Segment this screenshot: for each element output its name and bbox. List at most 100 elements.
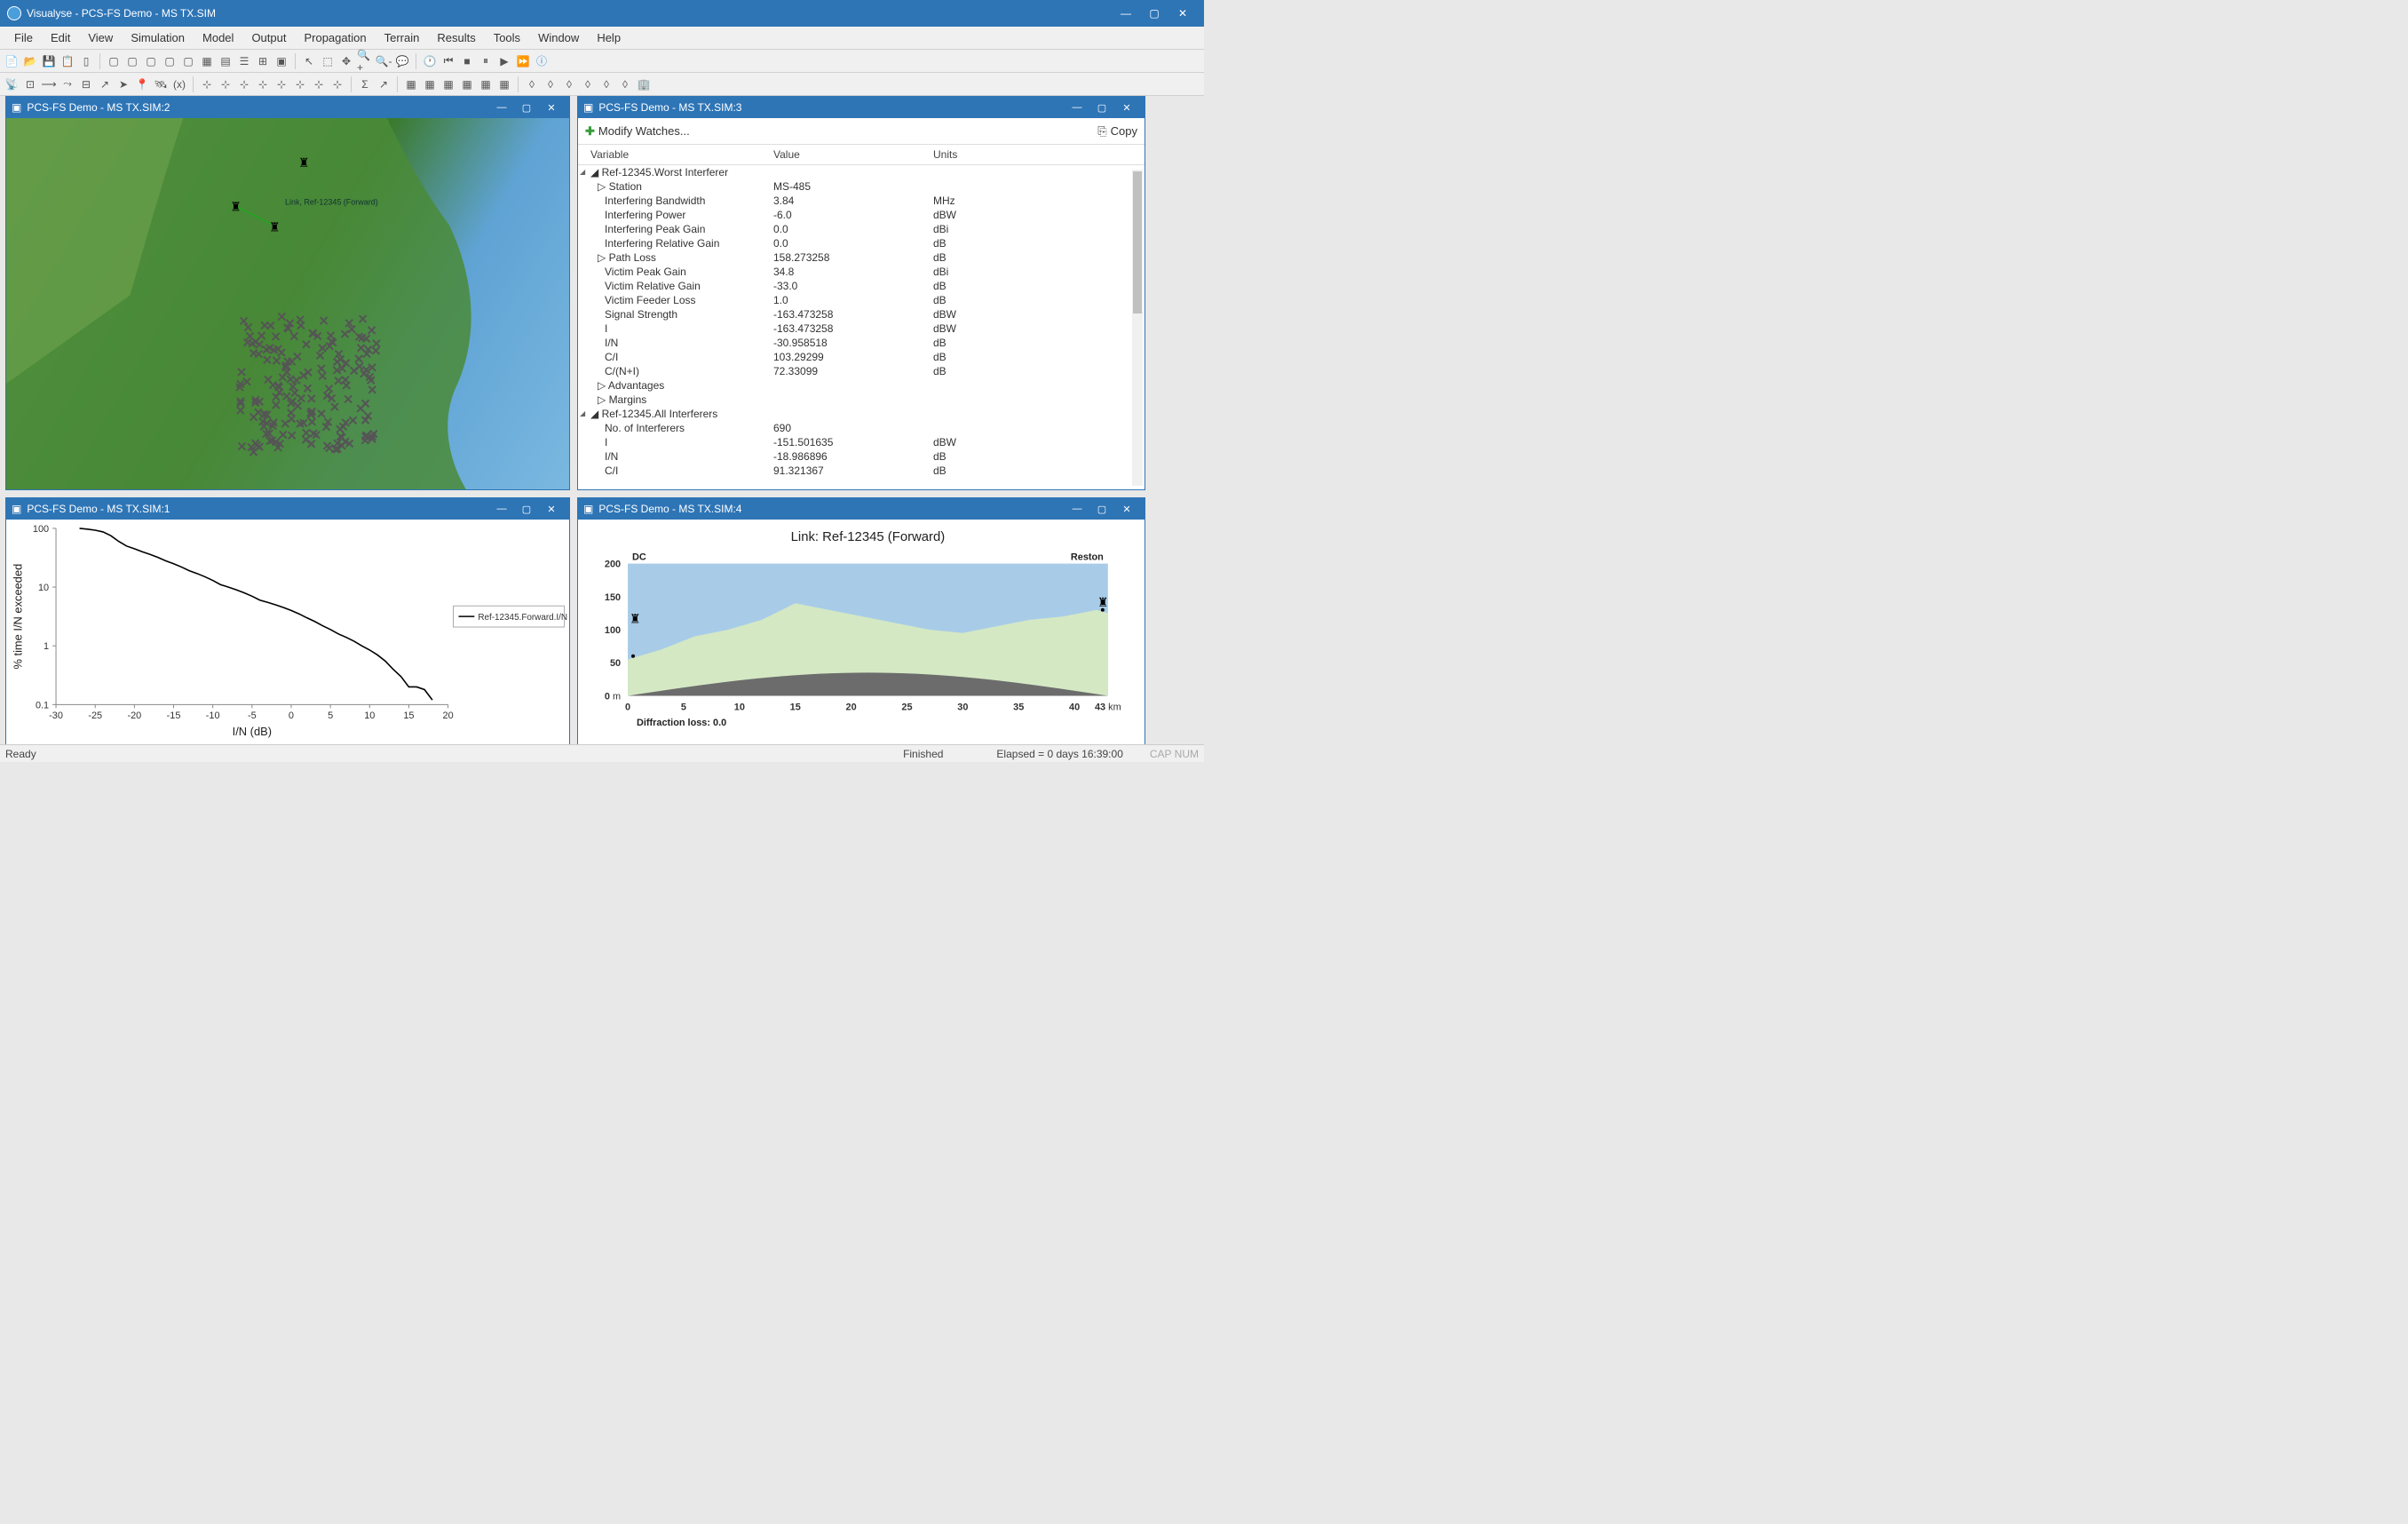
watch-row[interactable]: Signal Strength-163.473258dBW — [578, 307, 1145, 321]
sat-icon[interactable]: 🛰 — [153, 76, 169, 92]
map-maximize-button[interactable]: ▢ — [514, 102, 539, 114]
map2-icon[interactable]: ▦ — [422, 76, 438, 92]
chart-canvas[interactable]: -30-25-20-15-10-5051015200.1110100I/N (d… — [6, 520, 569, 745]
rewind-icon[interactable]: ⏮ — [440, 53, 456, 69]
menu-simulation[interactable]: Simulation — [122, 28, 194, 48]
map4-icon[interactable]: ▦ — [459, 76, 475, 92]
col-variable[interactable]: Variable — [578, 148, 773, 161]
info-icon[interactable]: ⓘ — [534, 53, 550, 69]
play-icon[interactable]: ▶ — [496, 53, 512, 69]
watch-row[interactable]: C/I91.321367dB — [578, 464, 1145, 478]
var-icon[interactable]: (x) — [171, 76, 187, 92]
copy-icon[interactable]: 📋 — [59, 53, 75, 69]
select-icon[interactable]: ⬚ — [320, 53, 336, 69]
maximize-button[interactable]: ▢ — [1140, 7, 1168, 20]
menu-propagation[interactable]: Propagation — [295, 28, 375, 48]
col-value[interactable]: Value — [773, 148, 933, 161]
chat-icon[interactable]: 💬 — [394, 53, 410, 69]
tool8-icon[interactable]: ⊹ — [311, 76, 327, 92]
menu-terrain[interactable]: Terrain — [376, 28, 429, 48]
window-icon[interactable]: ▢ — [106, 53, 122, 69]
map1-icon[interactable]: ▦ — [403, 76, 419, 92]
map5-icon[interactable]: ▦ — [478, 76, 494, 92]
obj1-icon[interactable]: ◊ — [524, 76, 540, 92]
menu-help[interactable]: Help — [588, 28, 630, 48]
map3-icon[interactable]: ▦ — [440, 76, 456, 92]
menu-edit[interactable]: Edit — [42, 28, 79, 48]
save-icon[interactable]: 💾 — [41, 53, 57, 69]
pause-icon[interactable]: ⏸ — [478, 53, 494, 69]
close-button[interactable]: ✕ — [1168, 7, 1197, 20]
pan-icon[interactable]: ✥ — [338, 53, 354, 69]
obj7-icon[interactable]: 🏢 — [636, 76, 652, 92]
watch-row[interactable]: Interfering Power-6.0dBW — [578, 208, 1145, 222]
tool9-icon[interactable]: ⊹ — [329, 76, 345, 92]
watch-group[interactable]: ◢ Ref-12345.Worst Interferer — [578, 165, 1145, 179]
path-icon[interactable]: ⤳ — [59, 76, 75, 92]
window2-icon[interactable]: ▢ — [124, 53, 140, 69]
modify-watches-button[interactable]: Modify Watches... — [598, 124, 690, 138]
map6-icon[interactable]: ▦ — [496, 76, 512, 92]
node-icon[interactable]: ⊡ — [22, 76, 38, 92]
col-units[interactable]: Units — [933, 148, 1145, 161]
window5-icon[interactable]: ▢ — [180, 53, 196, 69]
new-icon[interactable]: 📄 — [4, 53, 20, 69]
tool-icon[interactable]: ↗ — [97, 76, 113, 92]
menu-view[interactable]: View — [79, 28, 122, 48]
watch-scrollbar[interactable] — [1132, 170, 1143, 486]
watch-row[interactable]: I/N-30.958518dB — [578, 336, 1145, 350]
clock-icon[interactable]: 🕐 — [422, 53, 438, 69]
ff-icon[interactable]: ⏩ — [515, 53, 531, 69]
chart-minimize-button[interactable]: — — [489, 504, 514, 514]
menu-file[interactable]: File — [5, 28, 42, 48]
watch-row[interactable]: I/N-18.986896dB — [578, 449, 1145, 464]
menu-tools[interactable]: Tools — [485, 28, 529, 48]
window3-icon[interactable]: ▢ — [143, 53, 159, 69]
menu-window[interactable]: Window — [529, 28, 588, 48]
watch-row[interactable]: Victim Relative Gain-33.0dB — [578, 279, 1145, 293]
profile-close-button[interactable]: ✕ — [1114, 504, 1139, 515]
watch-row[interactable]: ▷ Margins — [578, 393, 1145, 407]
open-icon[interactable]: 📂 — [22, 53, 38, 69]
sigma-icon[interactable]: Σ — [357, 76, 373, 92]
copy-button[interactable]: Copy — [1111, 124, 1137, 138]
map-titlebar[interactable]: ▣ PCS-FS Demo - MS TX.SIM:2 — ▢ ✕ — [6, 97, 569, 118]
tool7-icon[interactable]: ⊹ — [292, 76, 308, 92]
tile-icon[interactable]: ⊞ — [255, 53, 271, 69]
pointer-icon[interactable]: ↖ — [301, 53, 317, 69]
watch-row[interactable]: C/I103.29299dB — [578, 350, 1145, 364]
watch-row[interactable]: ▷ Path Loss158.273258dB — [578, 250, 1145, 265]
table-icon[interactable]: ▤ — [218, 53, 234, 69]
tool3-icon[interactable]: ⊹ — [218, 76, 234, 92]
watch-titlebar[interactable]: ▣ PCS-FS Demo - MS TX.SIM:3 — ▢ ✕ — [578, 97, 1145, 118]
obj4-icon[interactable]: ◊ — [580, 76, 596, 92]
obj6-icon[interactable]: ◊ — [617, 76, 633, 92]
map-close-button[interactable]: ✕ — [539, 102, 564, 114]
window4-icon[interactable]: ▢ — [162, 53, 178, 69]
nav-icon[interactable]: ➤ — [115, 76, 131, 92]
cascade-icon[interactable]: ▣ — [273, 53, 289, 69]
watch-row[interactable]: ▷ Advantages — [578, 378, 1145, 393]
menu-model[interactable]: Model — [194, 28, 242, 48]
obj2-icon[interactable]: ◊ — [543, 76, 558, 92]
map-canvas[interactable]: ♜ ♜ ♜ Link, Ref-12345 (Forward) — [6, 118, 569, 489]
profile-maximize-button[interactable]: ▢ — [1089, 504, 1114, 515]
zoom-out-icon[interactable]: 🔍- — [376, 53, 392, 69]
watch-row[interactable]: Victim Feeder Loss1.0dB — [578, 293, 1145, 307]
list-icon[interactable]: ☰ — [236, 53, 252, 69]
watch-scrollbar-thumb[interactable] — [1133, 171, 1142, 314]
profile-titlebar[interactable]: ▣ PCS-FS Demo - MS TX.SIM:4 — ▢ ✕ — [578, 498, 1145, 520]
watch-close-button[interactable]: ✕ — [1114, 102, 1139, 114]
tool6-icon[interactable]: ⊹ — [273, 76, 289, 92]
chart-close-button[interactable]: ✕ — [539, 504, 564, 515]
map-minimize-button[interactable]: — — [489, 102, 514, 113]
watch-row[interactable]: Interfering Bandwidth3.84MHz — [578, 194, 1145, 208]
watch-minimize-button[interactable]: — — [1065, 102, 1089, 113]
export-icon[interactable]: ↗ — [376, 76, 392, 92]
profile-canvas[interactable]: Link: Ref-12345 (Forward)0 m501001502000… — [578, 520, 1145, 745]
station-icon[interactable]: 📍 — [134, 76, 150, 92]
page-icon[interactable]: ▯ — [78, 53, 94, 69]
menu-output[interactable]: Output — [242, 28, 295, 48]
watch-row[interactable]: Interfering Peak Gain0.0dBi — [578, 222, 1145, 236]
chart-maximize-button[interactable]: ▢ — [514, 504, 539, 515]
